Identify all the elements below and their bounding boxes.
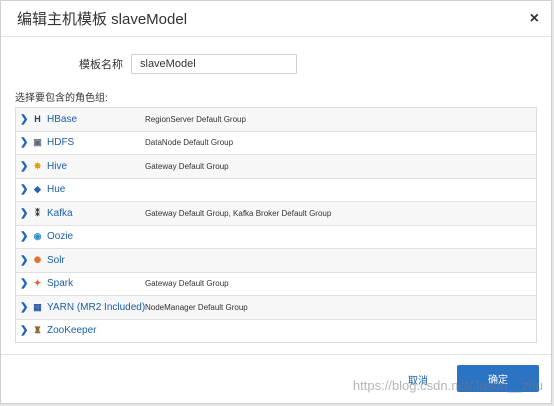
chevron-right-icon[interactable]: ❯ xyxy=(20,161,30,172)
role-groups: Gateway Default Group xyxy=(145,279,229,289)
oozie-icon: ◉ xyxy=(33,231,42,242)
service-name[interactable]: Kafka xyxy=(47,208,145,219)
template-name-input[interactable] xyxy=(131,54,297,74)
solr-icon: ✺ xyxy=(33,254,42,265)
edit-host-template-dialog: 编辑主机模板 slaveModel × 模板名称 选择要包含的角色组: ❯ H HB… xyxy=(0,0,552,404)
service-name[interactable]: HBase xyxy=(47,114,145,125)
service-list: ❯ H HBase RegionServer Default Group ❯ ▣ HDFS D… xyxy=(15,107,537,343)
kafka-icon: ⁑ xyxy=(35,207,40,218)
chevron-right-icon[interactable]: ❯ xyxy=(20,114,30,125)
yarn-icon: ▦ xyxy=(33,301,42,312)
confirm-button[interactable]: 确定 xyxy=(457,365,539,392)
service-name[interactable]: Hue xyxy=(47,184,145,195)
cancel-button[interactable]: 取消 xyxy=(408,372,428,387)
service-name[interactable]: Oozie xyxy=(47,231,145,242)
chevron-right-icon[interactable]: ❯ xyxy=(20,231,30,242)
hue-icon: ◆ xyxy=(34,184,41,195)
service-row[interactable]: ❯ ✸ Hive Gateway Default Group xyxy=(16,155,536,179)
chevron-right-icon[interactable]: ❯ xyxy=(20,184,30,195)
service-name[interactable]: Spark xyxy=(47,278,145,289)
chevron-right-icon[interactable]: ❯ xyxy=(20,137,30,148)
service-row[interactable]: ❯ ▦ YARN (MR2 Included) NodeManager Default… xyxy=(16,296,536,320)
hdfs-icon: ▣ xyxy=(33,137,42,148)
role-groups: Gateway Default Group, Kafka Broker Defa… xyxy=(145,208,332,218)
spark-icon: ✦ xyxy=(33,278,42,289)
service-row[interactable]: ❯ H HBase RegionServer Default Group xyxy=(16,108,536,132)
dialog-header: 编辑主机模板 slaveModel × xyxy=(1,1,551,37)
template-name-label: 模板名称 xyxy=(79,59,123,71)
service-row[interactable]: ❯ ♜ ZooKeeper xyxy=(16,320,536,343)
dialog-footer: 取消 确定 xyxy=(1,354,551,403)
service-row[interactable]: ❯ ✦ Spark Gateway Default Group xyxy=(16,273,536,296)
chevron-right-icon[interactable]: ❯ xyxy=(20,208,30,219)
chevron-right-icon[interactable]: ❯ xyxy=(20,302,30,313)
roles-section-label: 选择要包含的角色组: xyxy=(15,93,108,104)
role-groups: RegionServer Default Group xyxy=(145,114,246,124)
service-name[interactable]: Hive xyxy=(47,161,145,172)
service-row[interactable]: ❯ ▣ HDFS DataNode Default Group xyxy=(16,132,536,155)
dialog-title: 编辑主机模板 slaveModel xyxy=(17,11,188,28)
service-row[interactable]: ❯ ✺ Solr xyxy=(16,249,536,273)
chevron-right-icon[interactable]: ❯ xyxy=(20,325,30,336)
service-row[interactable]: ❯ ⁑ Kafka Gateway Default Group, Kafka Brok… xyxy=(16,202,536,226)
service-row[interactable]: ❯ ◆ Hue xyxy=(16,179,536,202)
role-groups: Gateway Default Group xyxy=(145,161,229,171)
role-groups: NodeManager Default Group xyxy=(145,302,248,312)
hive-icon: ✸ xyxy=(33,160,42,171)
service-name[interactable]: YARN (MR2 Included) xyxy=(47,302,145,313)
service-name[interactable]: Solr xyxy=(47,255,145,266)
chevron-right-icon[interactable]: ❯ xyxy=(20,255,30,266)
zookeeper-icon: ♜ xyxy=(33,325,42,336)
service-name[interactable]: HDFS xyxy=(47,137,145,148)
dialog-body: 模板名称 选择要包含的角色组: ❯ H HBaseRegionServer Defa… xyxy=(1,37,551,343)
template-name-row: 模板名称 xyxy=(75,53,537,75)
role-groups: DataNode Default Group xyxy=(145,138,234,148)
service-name[interactable]: ZooKeeper xyxy=(47,325,145,336)
service-row[interactable]: ❯ ◉ Oozie xyxy=(16,226,536,249)
hbase-icon: H xyxy=(34,114,41,125)
close-icon[interactable]: × xyxy=(530,10,539,28)
chevron-right-icon[interactable]: ❯ xyxy=(20,278,30,289)
